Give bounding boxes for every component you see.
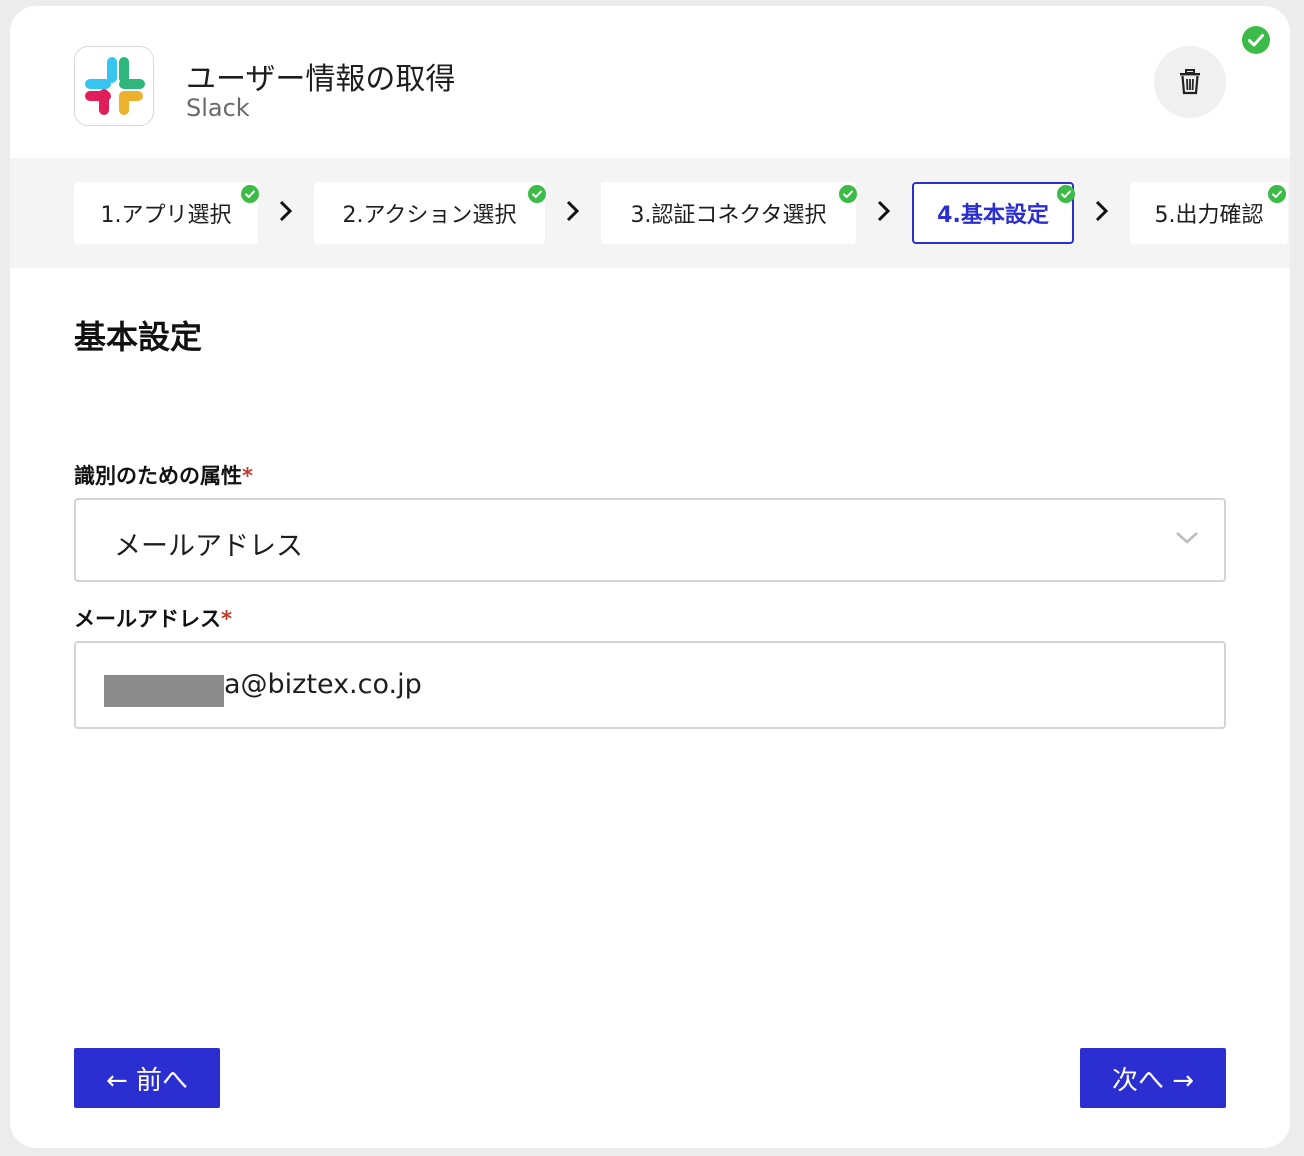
- slack-logo-icon: [74, 46, 154, 126]
- email-label-text: メールアドレス: [74, 607, 221, 631]
- required-mark: *: [242, 464, 253, 488]
- redaction-block: [104, 675, 224, 707]
- check-circle-icon: [1268, 185, 1286, 203]
- identifier-select[interactable]: メールアドレス: [74, 498, 1226, 582]
- chevron-down-icon: [1176, 532, 1198, 544]
- trash-icon: [1180, 69, 1200, 95]
- dialog-card: ユーザー情報の取得 Slack 1.アプリ選択 2.アクション選択 3.認証コネ…: [10, 6, 1290, 1148]
- step-output-check[interactable]: 5.出力確認: [1130, 182, 1288, 244]
- step-app-select[interactable]: 1.アプリ選択: [74, 182, 259, 244]
- delete-button[interactable]: [1154, 46, 1226, 118]
- email-label: メールアドレス*: [74, 603, 232, 633]
- required-mark: *: [221, 607, 232, 631]
- step-action-select[interactable]: 2.アクション選択: [314, 182, 546, 244]
- check-circle-icon: [1057, 185, 1075, 203]
- check-circle-icon: [528, 185, 546, 203]
- action-title: ユーザー情報の取得: [186, 62, 456, 97]
- check-circle-icon: [241, 185, 259, 203]
- step-label: 5.出力確認: [1154, 203, 1264, 228]
- app-name: Slack: [186, 94, 250, 122]
- email-field[interactable]: a@biztex.co.jp: [74, 641, 1226, 729]
- check-circle-icon: [839, 185, 857, 203]
- section-title: 基本設定: [74, 318, 203, 356]
- identifier-select-value: メールアドレス: [114, 531, 303, 562]
- step-connector-select[interactable]: 3.認証コネクタ選択: [601, 182, 857, 244]
- next-button[interactable]: 次へ →: [1080, 1048, 1226, 1108]
- chevron-right-icon: [566, 200, 580, 222]
- check-circle-icon: [1242, 26, 1270, 54]
- header: ユーザー情報の取得 Slack: [10, 6, 1290, 158]
- step-label: 4.基本設定: [937, 203, 1049, 228]
- chevron-right-icon: [279, 200, 293, 222]
- chevron-right-icon: [877, 200, 891, 222]
- prev-button[interactable]: ← 前へ: [74, 1048, 220, 1108]
- step-basic-settings[interactable]: 4.基本設定: [912, 182, 1075, 244]
- step-label: 1.アプリ選択: [100, 203, 232, 228]
- identifier-label-text: 識別のための属性: [74, 464, 242, 488]
- chevron-right-icon: [1095, 200, 1109, 222]
- stepper: 1.アプリ選択 2.アクション選択 3.認証コネクタ選択 4.基本設定 5.出力…: [10, 158, 1290, 268]
- step-label: 3.認証コネクタ選択: [630, 203, 827, 228]
- step-label: 2.アクション選択: [342, 203, 517, 228]
- email-field-value: a@biztex.co.jp: [224, 669, 422, 700]
- identifier-label: 識別のための属性*: [74, 460, 253, 490]
